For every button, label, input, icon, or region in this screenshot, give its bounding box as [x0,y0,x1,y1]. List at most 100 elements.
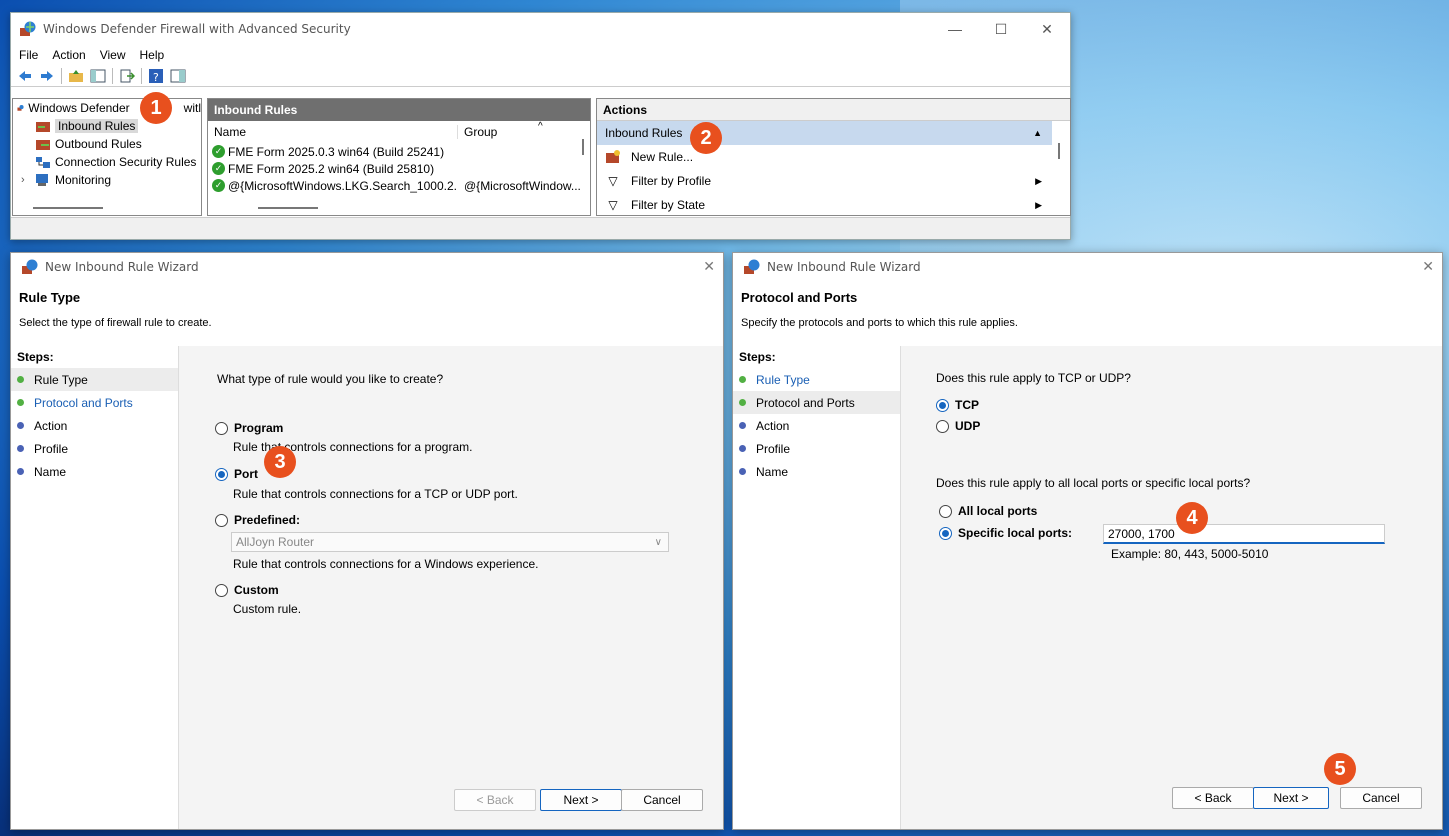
wizard-title-bar: New Inbound Rule Wizard ✕ [11,253,723,281]
filter-icon: ▽ [608,174,618,188]
cancel-button[interactable]: Cancel [621,789,703,811]
radio-custom[interactable]: Custom [215,583,279,597]
console-tree: Windows Defender witl Inbound Rules Outb… [12,98,202,216]
connection-security-icon [36,157,50,168]
radio-button[interactable] [215,421,228,435]
radio-label: All local ports [958,504,1038,518]
radio-button[interactable] [939,504,952,518]
radio-udp[interactable]: UDP [936,419,980,433]
export-list-icon[interactable] [119,68,135,84]
radio-specific-local-ports[interactable]: Specific local ports: [939,526,1072,540]
step-dot-icon [17,422,24,429]
question-ports: Does this rule apply to all local ports … [936,476,1251,490]
wizard-content: What type of rule would you like to crea… [179,346,723,829]
collapse-triangle-icon[interactable]: ▲ [1033,128,1042,138]
radio-button[interactable] [936,419,949,433]
actions-group-label: Inbound Rules [605,126,683,140]
radio-predefined[interactable]: Predefined: [215,513,300,527]
radio-button-selected[interactable] [936,398,949,412]
radio-all-local-ports[interactable]: All local ports [939,504,1037,518]
close-icon[interactable]: ✕ [703,259,715,275]
predefined-dropdown[interactable]: AllJoyn Router ∨ [231,532,669,552]
back-button[interactable]: < Back [454,789,536,811]
tree-item-label: Connection Security Rules [55,155,197,169]
firewall-console-window: Windows Defender Firewall with Advanced … [10,12,1071,240]
tree-scrollbar[interactable] [33,207,103,209]
table-row[interactable]: ✓ FME Form 2025.0.3 win64 (Build 25241) [208,143,590,160]
help-icon[interactable]: ? [148,68,164,84]
actions-scrollbar[interactable] [1058,143,1060,159]
back-arrow-icon[interactable] [17,68,33,84]
svg-text:?: ? [153,71,159,84]
radio-label: Custom [234,583,279,597]
step-badge-5: 5 [1324,753,1356,785]
show-hide-tree-icon[interactable] [90,68,106,84]
tree-item-outbound-rules[interactable]: Outbound Rules [13,135,201,153]
action-new-rule[interactable]: New Rule... [597,145,1052,169]
radio-port[interactable]: Port [215,467,258,481]
radio-label: Port [234,467,258,481]
up-folder-icon[interactable] [68,68,84,84]
sort-chevron-icon: ^ [538,121,543,132]
tree-item-label: Outbound Rules [55,137,142,151]
close-icon[interactable]: ✕ [1422,259,1434,275]
back-button[interactable]: < Back [1172,787,1254,809]
menu-file[interactable]: File [19,48,38,62]
step-dot-icon [739,399,746,406]
action-filter-by-state[interactable]: ▽ Filter by State ▶ [597,193,1052,215]
enabled-check-icon: ✓ [212,162,225,175]
show-action-pane-icon[interactable] [170,68,186,84]
action-filter-by-profile[interactable]: ▽ Filter by Profile ▶ [597,169,1052,193]
step-label: Rule Type [34,372,88,387]
next-button[interactable]: Next > [540,789,622,811]
chevron-right-icon[interactable]: › [21,174,35,186]
menu-help[interactable]: Help [140,48,165,62]
firewall-app-icon [22,259,38,274]
step-profile: Profile [11,437,178,460]
column-header-name[interactable]: Name [208,125,458,139]
tree-root-label: Windows Defender [28,101,130,115]
step-dot-icon [739,422,746,429]
steps-title: Steps: [739,350,776,364]
action-label: New Rule... [631,150,694,164]
step-protocol-and-ports: Protocol and Ports [733,391,900,414]
submenu-arrow-icon: ▶ [1035,199,1042,210]
table-row[interactable]: ✓ @{MicrosoftWindows.LKG.Search_1000.2...… [208,177,590,194]
actions-pane: Actions Inbound Rules ▲ New Rule... ▽ Fi… [596,98,1071,216]
toolbar: ? [11,65,1070,87]
forward-arrow-icon[interactable] [39,68,55,84]
filter-icon: ▽ [608,198,618,212]
tree-item-connection-security-rules[interactable]: Connection Security Rules [13,153,201,171]
step-protocol-and-ports[interactable]: Protocol and Ports [11,391,178,414]
radio-button-selected[interactable] [215,467,228,481]
step-rule-type[interactable]: Rule Type [733,368,900,391]
radio-button[interactable] [215,583,228,597]
radio-label: UDP [955,419,981,433]
close-icon[interactable]: ✕ [1024,13,1070,45]
minimize-icon[interactable]: — [932,13,978,45]
tree-item-monitoring[interactable]: › Monitoring [13,171,201,189]
rules-scrollbar[interactable] [582,139,584,155]
maximize-icon[interactable]: ☐ [978,13,1024,45]
step-dot-icon [17,468,24,475]
column-header-group[interactable]: Group [458,125,497,139]
radio-program[interactable]: Program [215,421,283,435]
radio-button-selected[interactable] [939,526,952,540]
step-label: Profile [756,441,791,456]
enabled-check-icon: ✓ [212,179,225,192]
cancel-button[interactable]: Cancel [1340,787,1422,809]
pane-header: Inbound Rules [208,99,590,121]
step-label: Protocol and Ports [34,395,133,410]
rules-hscrollbar[interactable] [258,207,318,209]
tree-root[interactable]: Windows Defender witl [13,99,201,117]
tree-item-inbound-rules[interactable]: Inbound Rules [13,117,201,135]
step-badge-4: 4 [1176,502,1208,534]
menu-view[interactable]: View [100,48,126,62]
actions-group-inbound-rules[interactable]: Inbound Rules ▲ [597,121,1052,145]
menu-action[interactable]: Action [52,48,85,62]
radio-tcp[interactable]: TCP [936,398,979,412]
specific-ports-input[interactable]: 27000, 1700 [1103,524,1385,544]
radio-button[interactable] [215,513,228,527]
table-row[interactable]: ✓ FME Form 2025.2 win64 (Build 25810) [208,160,590,177]
next-button[interactable]: Next > [1253,787,1329,809]
